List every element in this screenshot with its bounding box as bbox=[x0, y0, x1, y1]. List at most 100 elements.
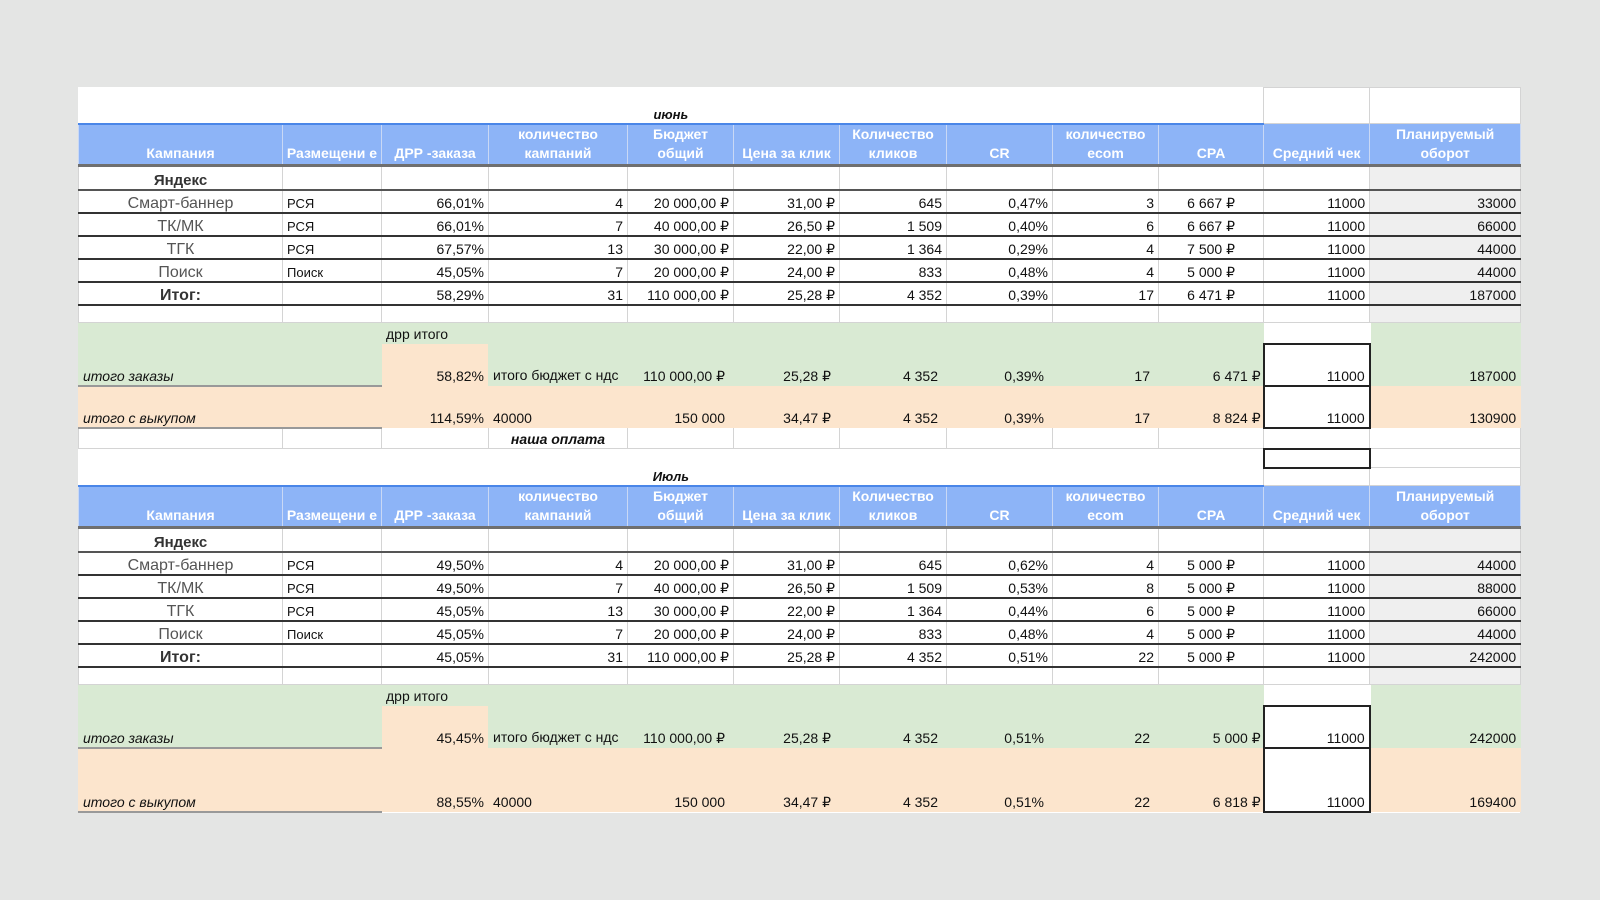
data-cell[interactable]: РСЯ bbox=[282, 597, 382, 622]
data-cell[interactable]: 110 000,00 ₽ bbox=[627, 281, 734, 306]
data-cell[interactable]: 645 bbox=[839, 551, 947, 576]
summary-value[interactable]: 6 471 ₽ bbox=[1157, 322, 1265, 386]
data-cell[interactable]: 4 bbox=[488, 551, 628, 576]
data-cell[interactable]: 58,29% bbox=[381, 281, 489, 306]
column-header[interactable]: CPA bbox=[1157, 485, 1265, 529]
data-cell[interactable]: 44000 bbox=[1369, 258, 1522, 283]
column-header[interactable]: CR bbox=[946, 123, 1053, 167]
column-header[interactable]: Планируемый оборот bbox=[1369, 123, 1522, 167]
data-cell[interactable]: 11000 bbox=[1263, 258, 1371, 283]
group-label[interactable]: Яндекс bbox=[78, 527, 283, 553]
blank-cell[interactable] bbox=[1263, 684, 1371, 706]
blank-cell[interactable] bbox=[1157, 427, 1265, 449]
data-cell[interactable]: 0,40% bbox=[946, 212, 1053, 237]
blank-cell[interactable] bbox=[946, 666, 1053, 685]
column-header[interactable]: Цена за клик bbox=[733, 123, 840, 167]
avg-check[interactable]: 11000 bbox=[1262, 704, 1371, 749]
blank-cell[interactable] bbox=[733, 304, 840, 323]
summary-value[interactable]: 0,51% bbox=[946, 684, 1053, 748]
payment-note[interactable]: наша оплата bbox=[488, 427, 628, 449]
data-cell[interactable]: 11000 bbox=[1263, 643, 1371, 668]
blank-cell[interactable] bbox=[733, 165, 840, 191]
summary-value[interactable]: 4 352 bbox=[839, 322, 947, 386]
column-header[interactable]: количество кампаний bbox=[488, 123, 628, 167]
data-cell[interactable]: РСЯ bbox=[282, 189, 382, 214]
data-cell[interactable]: 4 bbox=[1052, 258, 1159, 283]
data-cell[interactable]: 3 bbox=[1052, 189, 1159, 214]
column-header[interactable]: Количество кликов bbox=[839, 485, 947, 529]
data-cell[interactable]: 49,50% bbox=[381, 551, 489, 576]
summary-value[interactable]: 25,28 ₽ bbox=[733, 322, 840, 386]
data-cell[interactable]: 4 352 bbox=[839, 281, 947, 306]
summary-value[interactable]: 0,39% bbox=[946, 385, 1053, 428]
blank-cell[interactable] bbox=[1262, 447, 1371, 469]
data-cell[interactable]: Поиск bbox=[282, 258, 382, 283]
blank-cell[interactable] bbox=[733, 666, 840, 685]
data-cell[interactable]: 66000 bbox=[1369, 212, 1522, 237]
column-header[interactable]: Средний чек bbox=[1263, 485, 1371, 529]
data-cell[interactable]: 4 bbox=[1052, 620, 1159, 645]
blank-cell[interactable] bbox=[1263, 322, 1371, 344]
summary-value[interactable]: 6 818 ₽ bbox=[1157, 747, 1265, 812]
data-cell[interactable]: 22 bbox=[1052, 643, 1159, 668]
data-cell[interactable]: 5 000 ₽ bbox=[1157, 258, 1265, 283]
data-cell[interactable]: 0,53% bbox=[946, 574, 1053, 599]
blank-cell[interactable] bbox=[627, 304, 734, 323]
column-header[interactable]: Количество кликов bbox=[839, 123, 947, 167]
data-cell[interactable]: 5 000 ₽ bbox=[1157, 597, 1265, 622]
data-cell[interactable]: 0,62% bbox=[946, 551, 1053, 576]
blank-cell[interactable] bbox=[488, 527, 628, 553]
data-cell[interactable]: 6 bbox=[1052, 212, 1159, 237]
data-cell[interactable]: 25,28 ₽ bbox=[733, 281, 840, 306]
data-cell[interactable]: 5 000 ₽ bbox=[1157, 574, 1265, 599]
blank-cell[interactable] bbox=[1369, 427, 1522, 449]
blank-cell[interactable] bbox=[1263, 467, 1371, 486]
data-cell[interactable]: 45,05% bbox=[381, 597, 489, 622]
blank-cell[interactable] bbox=[1052, 304, 1159, 323]
column-header[interactable]: Кампания bbox=[78, 485, 283, 529]
blank-cell[interactable] bbox=[1052, 427, 1159, 449]
column-header[interactable]: количество ecom bbox=[1052, 485, 1159, 529]
data-cell[interactable]: РСЯ bbox=[282, 212, 382, 237]
column-header[interactable]: Планируемый оборот bbox=[1369, 485, 1522, 529]
blank-cell[interactable] bbox=[1157, 666, 1265, 685]
data-cell[interactable] bbox=[282, 643, 382, 668]
data-cell[interactable]: 45,05% bbox=[381, 258, 489, 283]
data-cell[interactable]: 242000 bbox=[1369, 643, 1522, 668]
data-cell[interactable]: 26,50 ₽ bbox=[733, 574, 840, 599]
blank-cell[interactable] bbox=[78, 666, 283, 685]
data-cell[interactable]: 833 bbox=[839, 258, 947, 283]
campaign-name[interactable]: Смарт-баннер bbox=[78, 551, 283, 576]
data-cell[interactable]: 49,50% bbox=[381, 574, 489, 599]
column-header[interactable]: CPA bbox=[1157, 123, 1265, 167]
data-cell[interactable]: 7 bbox=[488, 258, 628, 283]
data-cell[interactable]: 0,48% bbox=[946, 620, 1053, 645]
data-cell[interactable]: 1 509 bbox=[839, 574, 947, 599]
budget-vat-label[interactable]: итого бюджет с ндс bbox=[488, 684, 628, 748]
data-cell[interactable]: РСЯ bbox=[282, 235, 382, 260]
blank-cell[interactable] bbox=[381, 165, 489, 191]
data-cell[interactable]: 11000 bbox=[1263, 551, 1371, 576]
data-cell[interactable]: 1 509 bbox=[839, 212, 947, 237]
data-cell[interactable]: 8 bbox=[1052, 574, 1159, 599]
data-cell[interactable]: 6 667 ₽ bbox=[1157, 212, 1265, 237]
data-cell[interactable]: 44000 bbox=[1369, 551, 1522, 576]
blank-cell[interactable] bbox=[1369, 87, 1522, 124]
blank-cell[interactable] bbox=[488, 304, 628, 323]
data-cell[interactable]: 20 000,00 ₽ bbox=[627, 620, 734, 645]
blank-cell[interactable] bbox=[946, 304, 1053, 323]
data-cell[interactable]: 66000 bbox=[1369, 597, 1522, 622]
column-header[interactable]: Размещени е bbox=[282, 485, 382, 529]
column-header[interactable]: Средний чек bbox=[1263, 123, 1371, 167]
blank-cell[interactable] bbox=[282, 527, 382, 553]
summary-value[interactable]: 34,47 ₽ bbox=[733, 747, 840, 812]
blank-cell[interactable] bbox=[282, 304, 382, 323]
summary-value[interactable]: 150 000 bbox=[627, 747, 734, 812]
data-cell[interactable]: 31,00 ₽ bbox=[733, 551, 840, 576]
blank-cell[interactable] bbox=[627, 666, 734, 685]
blank-cell[interactable] bbox=[1369, 527, 1522, 553]
data-cell[interactable]: 1 364 bbox=[839, 597, 947, 622]
data-cell[interactable]: 30 000,00 ₽ bbox=[627, 597, 734, 622]
data-cell[interactable]: 187000 bbox=[1369, 281, 1522, 306]
buyout-drr[interactable]: 114,59% bbox=[381, 385, 489, 428]
